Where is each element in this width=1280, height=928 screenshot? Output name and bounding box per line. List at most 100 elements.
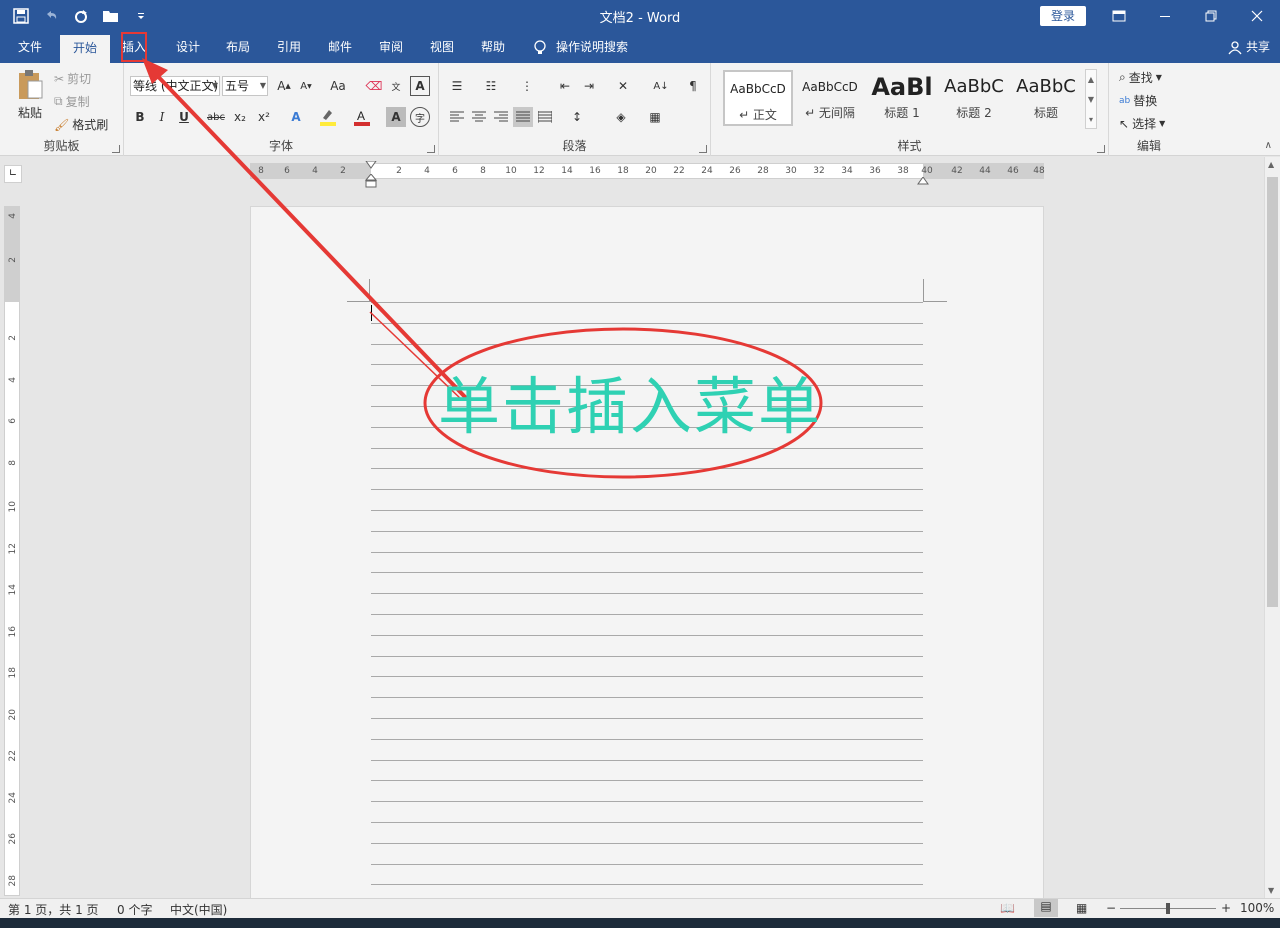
- clear-format-icon[interactable]: ⌫: [364, 76, 384, 96]
- style-name: 标题 1: [884, 106, 920, 120]
- align-right-icon[interactable]: [491, 107, 511, 127]
- scroll-thumb[interactable]: [1267, 177, 1278, 607]
- align-center-icon[interactable]: [469, 107, 489, 127]
- tab-mailings[interactable]: 邮件: [318, 32, 362, 63]
- vertical-ruler[interactable]: 4 2 2 4 6 8 10 12 14 16 18 20 22 24 26 28: [4, 206, 20, 896]
- restore-icon[interactable]: [1188, 0, 1234, 32]
- web-layout-icon[interactable]: ▦: [1076, 901, 1087, 915]
- font-launcher-icon[interactable]: [427, 145, 435, 153]
- copy-button[interactable]: ⧉ 复制: [54, 93, 90, 110]
- style-no-spacing[interactable]: AaBbCcD ↵ 无间隔: [795, 70, 865, 126]
- paste-button[interactable]: 粘贴: [14, 69, 46, 121]
- sort-icon[interactable]: A↓: [651, 76, 671, 96]
- document-page[interactable]: [250, 206, 1044, 920]
- tab-references[interactable]: 引用: [267, 32, 311, 63]
- decrease-indent-icon[interactable]: ⇤: [555, 76, 575, 96]
- borders-icon[interactable]: ▦: [645, 107, 665, 127]
- bullets-icon[interactable]: ☰: [447, 76, 467, 96]
- clipboard-launcher-icon[interactable]: [112, 145, 120, 153]
- style-heading-1[interactable]: AaBl 标题 1: [867, 70, 937, 126]
- font-size-combo[interactable]: 五号 ▼: [222, 76, 268, 96]
- print-layout-icon[interactable]: ▤: [1034, 899, 1058, 917]
- tab-file[interactable]: 文件: [8, 32, 52, 63]
- tab-selector-icon[interactable]: ∟: [4, 165, 22, 183]
- select-button[interactable]: ↖ 选择 ▼: [1119, 115, 1165, 132]
- scroll-up-icon[interactable]: ▲: [1268, 160, 1274, 169]
- character-shading-icon[interactable]: A: [386, 107, 406, 127]
- tab-help[interactable]: 帮助: [471, 32, 515, 63]
- tell-me-search[interactable]: 操作说明搜索: [556, 32, 636, 63]
- horizontal-ruler[interactable]: 8 6 4 2 2 4 6 8 10 12 14 16 18 20 22 24 26 28 30 32 34 36 38 40…: [250, 160, 1045, 188]
- tab-layout[interactable]: 布局: [216, 32, 260, 63]
- styles-launcher-icon[interactable]: [1097, 145, 1105, 153]
- strikethrough-button[interactable]: abc: [206, 107, 226, 127]
- vertical-scrollbar[interactable]: ▲ ▼: [1264, 157, 1280, 898]
- tab-home[interactable]: 开始: [60, 35, 110, 63]
- zoom-slider[interactable]: [1120, 903, 1216, 914]
- text-effects-icon[interactable]: A: [286, 107, 306, 127]
- styles-gallery-scroll[interactable]: ▲ ▼ ▾: [1085, 69, 1097, 129]
- scroll-down-icon[interactable]: ▼: [1268, 886, 1274, 895]
- paragraph-launcher-icon[interactable]: [699, 145, 707, 153]
- minimize-icon[interactable]: [1142, 0, 1188, 32]
- font-color-icon[interactable]: A: [352, 107, 372, 127]
- page-count[interactable]: 第 1 页，共 1 页: [8, 901, 99, 918]
- login-button[interactable]: 登录: [1040, 6, 1086, 26]
- collapse-ribbon-icon[interactable]: ∧: [1265, 140, 1272, 151]
- tab-design[interactable]: 设计: [166, 32, 210, 63]
- right-indent-icon[interactable]: [917, 174, 929, 185]
- font-name-combo[interactable]: 等线 (中文正文) ▼: [130, 76, 220, 96]
- subscript-button[interactable]: x₂: [230, 107, 250, 127]
- superscript-button[interactable]: x²: [254, 107, 274, 127]
- gridline: [371, 302, 923, 303]
- close-icon[interactable]: [1234, 0, 1280, 32]
- phonetic-guide-icon[interactable]: 文: [386, 76, 406, 96]
- zoom-level[interactable]: 100%: [1240, 901, 1274, 915]
- replace-button[interactable]: ab 替换: [1119, 92, 1157, 109]
- highlight-icon[interactable]: [318, 107, 338, 127]
- search-icon: ⌕: [1119, 70, 1126, 84]
- tab-view[interactable]: 视图: [420, 32, 464, 63]
- share-button[interactable]: 共享: [1228, 32, 1270, 63]
- left-indent-icon[interactable]: [364, 173, 378, 188]
- font-size-value: 五号: [225, 79, 250, 93]
- format-painter-button[interactable]: 🖌 格式刷: [54, 116, 108, 133]
- gridline: [371, 385, 923, 387]
- zoom-out-icon[interactable]: −: [1106, 901, 1116, 915]
- tab-insert[interactable]: 插入: [114, 32, 154, 63]
- language[interactable]: 中文(中国): [170, 901, 227, 918]
- lightbulb-icon[interactable]: [530, 32, 550, 63]
- first-line-indent-icon[interactable]: [365, 158, 377, 169]
- align-left-icon[interactable]: [447, 107, 467, 127]
- zoom-slider-thumb[interactable]: [1166, 903, 1170, 914]
- shrink-font-icon[interactable]: A ▼: [296, 76, 316, 96]
- find-button[interactable]: ⌕ 查找 ▼: [1119, 69, 1162, 86]
- justify-icon[interactable]: [513, 107, 533, 127]
- enclose-character-icon[interactable]: 字: [410, 107, 430, 127]
- underline-button[interactable]: U: [174, 107, 194, 127]
- tab-review[interactable]: 审阅: [369, 32, 413, 63]
- zoom-in-icon[interactable]: +: [1221, 901, 1231, 915]
- read-mode-icon[interactable]: 📖: [1000, 901, 1015, 915]
- character-border-icon[interactable]: A: [410, 76, 430, 96]
- style-title[interactable]: AaBbC 标题: [1011, 70, 1081, 126]
- bold-button[interactable]: B: [130, 107, 150, 127]
- ribbon-display-icon[interactable]: [1096, 0, 1142, 32]
- cut-button[interactable]: ✂ 剪切: [54, 70, 91, 87]
- distributed-icon[interactable]: [535, 107, 555, 127]
- shading-icon[interactable]: ◈: [611, 107, 631, 127]
- show-marks-icon[interactable]: ¶: [683, 76, 703, 96]
- grow-font-icon[interactable]: A ▲: [274, 76, 294, 96]
- increase-indent-icon[interactable]: ⇥: [579, 76, 599, 96]
- chinese-layout-icon[interactable]: ✕: [613, 76, 633, 96]
- style-normal[interactable]: AaBbCcD ↵ 正文: [723, 70, 793, 126]
- multilevel-list-icon[interactable]: ⋮: [517, 76, 537, 96]
- italic-button[interactable]: I: [152, 107, 172, 127]
- change-case-button[interactable]: Aa: [324, 76, 352, 96]
- numbering-icon[interactable]: ☷: [481, 76, 501, 96]
- line-spacing-icon[interactable]: ↕: [567, 107, 587, 127]
- word-count[interactable]: 0 个字: [117, 901, 152, 918]
- style-preview: AaBbCcD: [802, 80, 858, 94]
- ruler-tick-label: 10: [505, 166, 517, 176]
- style-heading-2[interactable]: AaBbC 标题 2: [939, 70, 1009, 126]
